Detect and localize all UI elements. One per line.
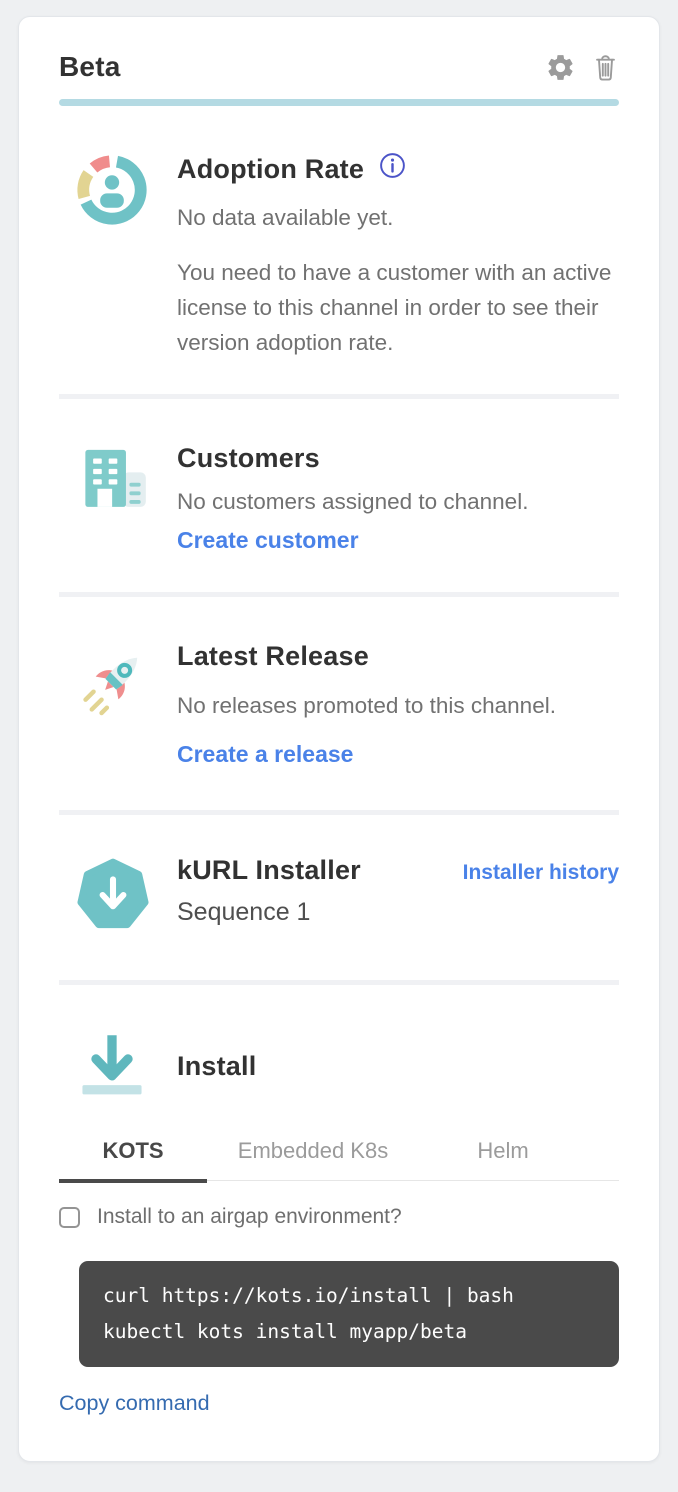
tab-kots[interactable]: KOTS (59, 1138, 207, 1183)
installer-sequence: Sequence 1 (177, 898, 361, 927)
install-title: Install (177, 1051, 256, 1082)
customers-building-icon (59, 443, 177, 554)
settings-gear-icon[interactable] (545, 52, 576, 83)
create-release-link[interactable]: Create a release (177, 741, 353, 768)
install-section: Install KOTS Embedded K8s Helm Install t… (59, 985, 619, 1416)
kurl-installer-section: kURL Installer Sequence 1 Installer hist… (59, 815, 619, 985)
header-actions (545, 52, 619, 83)
installer-history-link[interactable]: Installer history (463, 861, 619, 885)
kurl-heptagon-download-icon (59, 855, 177, 940)
code-line-2: kubectl kots install myapp/beta (103, 1314, 595, 1350)
install-command-code-block: curl https://kots.io/install | bashkubec… (79, 1261, 619, 1367)
create-customer-link[interactable]: Create customer (177, 527, 359, 554)
latest-release-title: Latest Release (177, 641, 369, 672)
latest-release-section: Latest Release No releases promoted to t… (59, 597, 619, 815)
code-line-1: curl https://kots.io/install | bash (103, 1278, 595, 1314)
install-download-icon (59, 1021, 177, 1112)
channel-title: Beta (59, 51, 121, 83)
copy-command-link[interactable]: Copy command (59, 1391, 210, 1416)
rocket-icon (59, 641, 177, 768)
airgap-label: Install to an airgap environment? (97, 1205, 402, 1229)
tab-embedded-k8s[interactable]: Embedded K8s (207, 1138, 419, 1183)
adoption-rate-donut-user-icon (59, 152, 177, 360)
install-method-tabs: KOTS Embedded K8s Helm (59, 1138, 619, 1181)
adoption-empty-description: You need to have a customer with an acti… (177, 255, 619, 360)
customers-empty-text: No customers assigned to channel. (177, 484, 619, 519)
card-header: Beta (59, 17, 619, 83)
customers-title: Customers (177, 443, 320, 474)
tab-helm[interactable]: Helm (419, 1138, 587, 1183)
adoption-rate-title: Adoption Rate (177, 154, 364, 185)
delete-trash-icon[interactable] (592, 52, 619, 82)
release-empty-text: No releases promoted to this channel. (177, 688, 619, 723)
channel-card: Beta (18, 16, 660, 1462)
adoption-empty-title: No data available yet. (177, 200, 619, 235)
airgap-checkbox[interactable] (59, 1207, 80, 1228)
channel-accent-bar (59, 99, 619, 106)
kurl-installer-title: kURL Installer (177, 855, 361, 886)
adoption-rate-section: Adoption Rate No data available yet. You… (59, 106, 619, 399)
info-icon[interactable] (379, 152, 406, 186)
airgap-option-row: Install to an airgap environment? (59, 1205, 619, 1229)
customers-section: Customers No customers assigned to chann… (59, 399, 619, 597)
